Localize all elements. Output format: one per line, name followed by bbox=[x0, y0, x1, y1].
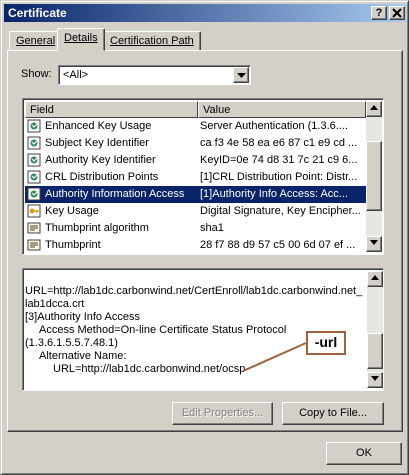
details-text-area[interactable]: URL=http://lab1dc.carbonwind.net/CertEnr… bbox=[22, 268, 384, 391]
field-name: Thumbprint bbox=[45, 239, 101, 251]
show-dropdown[interactable]: <All> bbox=[58, 65, 251, 85]
tab-certification-path[interactable]: Certification Path bbox=[103, 31, 201, 51]
close-icon bbox=[392, 8, 402, 18]
url-callout: -url bbox=[306, 331, 346, 355]
details-line: URL=http://lab1dc.carbonwind.net/CertEnr… bbox=[25, 285, 363, 297]
tab-general[interactable]: General bbox=[9, 31, 63, 51]
list-row-authority-key-identifier[interactable]: Authority Key Identifier KeyID=0e 74 d8 … bbox=[25, 152, 366, 169]
scroll-thumb[interactable] bbox=[367, 333, 383, 369]
details-scrollbar[interactable] bbox=[367, 271, 383, 388]
details-line: URL=http://lab1dc.carbonwind.net/ocsp bbox=[53, 363, 246, 375]
ok-button[interactable]: OK bbox=[326, 442, 402, 465]
certificate-extension-icon bbox=[27, 136, 41, 150]
certificate-extension-icon bbox=[27, 170, 41, 184]
field-value: [1]Authority Info Access: Acc... bbox=[200, 188, 348, 200]
callout-leader-line bbox=[242, 342, 307, 372]
copy-to-file-button[interactable]: Copy to File... bbox=[282, 402, 384, 425]
tab-certification-path-label: Certification Path bbox=[110, 35, 194, 47]
list-row-crl-distribution-points[interactable]: CRL Distribution Points [1]CRL Distribut… bbox=[25, 169, 366, 186]
list-scrollbar[interactable] bbox=[366, 101, 382, 252]
edit-properties-button[interactable]: Edit Properties... bbox=[172, 402, 273, 425]
field-name: Subject Key Identifier bbox=[45, 137, 149, 149]
scroll-thumb[interactable] bbox=[366, 141, 382, 211]
scroll-up-button[interactable] bbox=[366, 101, 382, 117]
close-button[interactable] bbox=[389, 6, 405, 20]
field-name: CRL Distribution Points bbox=[45, 171, 159, 183]
arrow-up-icon bbox=[370, 105, 378, 110]
key-usage-icon bbox=[27, 204, 41, 218]
arrow-up-icon bbox=[371, 275, 379, 280]
field-name: Enhanced Key Usage bbox=[45, 120, 152, 132]
field-name: Key Usage bbox=[45, 205, 99, 217]
tab-general-label: General bbox=[16, 35, 56, 47]
details-line: Access Method=On-line Certificate Status… bbox=[39, 324, 287, 336]
certificate-extension-icon bbox=[27, 119, 41, 133]
fields-list[interactable]: Field Value Enhanced Key Usage Server Au… bbox=[22, 98, 384, 255]
list-row-subject-key-identifier[interactable]: Subject Key Identifier ca f3 4e 58 ea e6… bbox=[25, 135, 366, 152]
certificate-property-icon bbox=[27, 239, 41, 251]
list-row-enhanced-key-usage[interactable]: Enhanced Key Usage Server Authentication… bbox=[25, 118, 366, 135]
window-title: Certificate bbox=[8, 6, 67, 20]
chevron-down-icon bbox=[236, 73, 246, 78]
tab-details-label: Details bbox=[64, 32, 98, 44]
field-name: Thumbprint algorithm bbox=[45, 222, 149, 234]
field-value: [1]CRL Distribution Point: Distr... bbox=[200, 171, 358, 183]
column-header-field[interactable]: Field bbox=[25, 101, 198, 118]
field-value: KeyID=0e 74 d8 31 7c 21 c9 6... bbox=[200, 154, 358, 166]
field-value: Digital Signature, Key Encipher... bbox=[200, 205, 361, 217]
arrow-down-icon bbox=[371, 376, 379, 381]
certificate-extension-icon bbox=[27, 153, 41, 167]
certificate-property-icon bbox=[27, 222, 41, 234]
field-value: sha1 bbox=[200, 222, 224, 234]
details-line: [3]Authority Info Access bbox=[25, 311, 140, 323]
field-value: ca f3 4e 58 ea e6 87 c1 e9 cd ... bbox=[200, 137, 358, 149]
list-row-thumbprint[interactable]: Thumbprint 28 f7 88 d9 57 c5 00 6d 07 ef… bbox=[25, 237, 366, 254]
scroll-down-button[interactable] bbox=[366, 236, 382, 252]
field-name: Authority Key Identifier bbox=[45, 154, 156, 166]
show-dropdown-value: <All> bbox=[63, 69, 89, 81]
details-line: Alternative Name: bbox=[39, 350, 127, 362]
arrow-down-icon bbox=[370, 240, 378, 245]
tab-details[interactable]: Details bbox=[57, 28, 105, 51]
help-button[interactable]: ? bbox=[371, 6, 387, 20]
certificate-extension-icon bbox=[27, 187, 41, 201]
field-value: Server Authentication (1.3.6.... bbox=[200, 120, 348, 132]
field-value: 28 f7 88 d9 57 c5 00 6d 07 ef ... bbox=[200, 239, 356, 251]
details-line: lab1dcca.crt bbox=[25, 298, 85, 310]
title-bar[interactable]: Certificate ? bbox=[4, 4, 406, 22]
scroll-down-button[interactable] bbox=[367, 372, 383, 388]
list-row-key-usage[interactable]: Key Usage Digital Signature, Key Enciphe… bbox=[25, 203, 366, 220]
show-label: Show: bbox=[21, 68, 52, 80]
list-row-authority-information-access[interactable]: Authority Information Access [1]Authorit… bbox=[25, 186, 366, 203]
dropdown-button[interactable] bbox=[233, 67, 249, 83]
field-name: Authority Information Access bbox=[45, 188, 185, 200]
details-line: (1.3.6.1.5.5.7.48.1) bbox=[25, 337, 118, 349]
list-row-thumbprint-algorithm[interactable]: Thumbprint algorithm sha1 bbox=[25, 220, 366, 237]
scroll-up-button[interactable] bbox=[367, 271, 383, 287]
certificate-dialog: Certificate ? General Details Certificat… bbox=[0, 0, 409, 475]
column-header-value[interactable]: Value bbox=[198, 101, 366, 118]
